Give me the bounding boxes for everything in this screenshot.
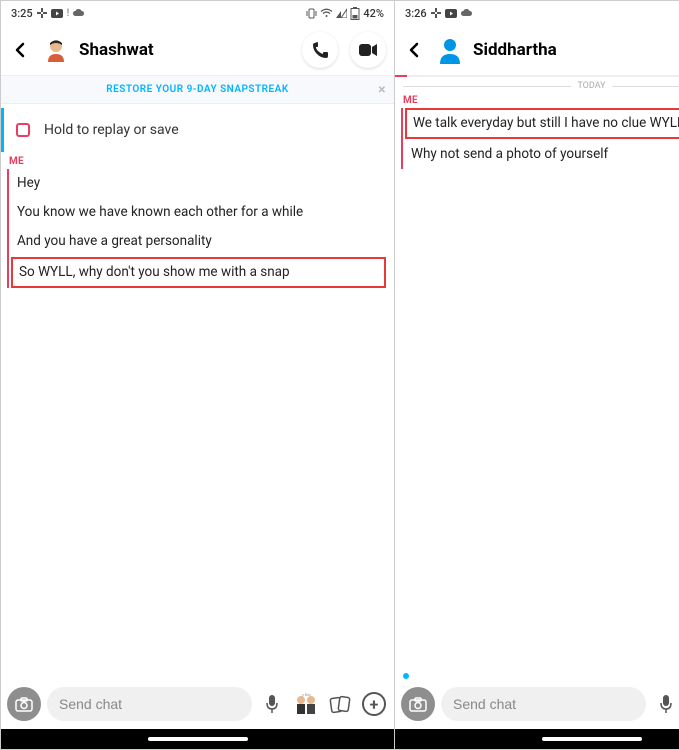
status-bar: 3:25 ! 42% [1, 1, 394, 25]
camera-icon [15, 697, 33, 712]
wifi-icon [320, 8, 333, 18]
snapstreak-text: RESTORE YOUR 9-DAY SNAPSTREAK [106, 84, 288, 95]
signal-icon [336, 8, 347, 18]
input-bar: y tho + [395, 681, 679, 729]
chat-input[interactable] [441, 687, 646, 721]
chat-header: Siddhartha [395, 25, 679, 75]
youtube-icon [445, 9, 457, 18]
chat-input[interactable] [47, 687, 252, 721]
camera-button[interactable] [7, 687, 41, 721]
typing-indicator [403, 673, 409, 679]
sender-label: ME [1, 154, 394, 167]
mic-icon [659, 694, 673, 714]
cards-button[interactable] [326, 690, 354, 718]
chat-body: We talk everyday but still I have no clu… [395, 106, 679, 673]
silhouette-icon [436, 36, 464, 64]
camera-button[interactable] [401, 687, 435, 721]
status-bar: 3:26 41% [395, 1, 679, 25]
cloud-icon [73, 9, 85, 17]
add-button[interactable]: + [360, 690, 388, 718]
chat-name[interactable]: Shashwat [79, 40, 290, 60]
slack-icon [37, 8, 47, 18]
chevron-left-icon [406, 41, 424, 59]
close-icon[interactable]: × [378, 82, 386, 98]
camera-icon [409, 697, 427, 712]
message-group: We talk everyday but still I have no clu… [401, 108, 679, 169]
mic-button[interactable] [652, 690, 679, 718]
right-chat-panel: 3:26 41% Siddhartha TODAY [395, 1, 679, 749]
snapstreak-banner[interactable]: RESTORE YOUR 9-DAY SNAPSTREAK × [1, 75, 394, 104]
bitmoji-icon: y tho [293, 693, 319, 715]
bitmoji-button[interactable]: y tho [292, 690, 320, 718]
phone-icon [311, 41, 329, 59]
message[interactable]: And you have a great personality [9, 227, 388, 256]
today-divider: TODAY [395, 77, 679, 93]
today-label: TODAY [577, 81, 605, 91]
battery-pct: 42% [363, 7, 384, 20]
back-button[interactable] [9, 38, 33, 62]
avatar[interactable] [435, 35, 465, 65]
message-highlighted[interactable]: So WYLL, why don't you show me with a sn… [11, 257, 386, 288]
message-group: Hey You know we have known each other fo… [7, 169, 388, 288]
svg-text:y tho: y tho [302, 693, 311, 697]
slack-icon [431, 8, 441, 18]
status-time: 3:26 [405, 7, 427, 20]
video-icon [358, 43, 378, 57]
chat-header: Shashwat [1, 25, 394, 75]
mic-button[interactable] [258, 690, 286, 718]
status-time: 3:25 [11, 7, 33, 20]
nav-handle[interactable] [1, 729, 394, 749]
input-bar: y tho + [1, 681, 394, 729]
message[interactable]: You know we have known each other for a … [9, 198, 388, 227]
chevron-left-icon [12, 41, 30, 59]
sender-label: ME 3:26 pm [395, 93, 679, 106]
warn-icon: ! [67, 8, 70, 19]
avatar[interactable] [41, 35, 71, 65]
video-call-button[interactable] [350, 32, 386, 68]
replay-text: Hold to replay or save [44, 122, 179, 138]
chat-body: Hey You know we have known each other fo… [1, 167, 394, 681]
cloud-icon [461, 9, 473, 17]
vibrate-icon [306, 8, 317, 19]
chat-name[interactable]: Siddhartha [473, 40, 679, 60]
voice-call-button[interactable] [302, 32, 338, 68]
message[interactable]: Hey [9, 169, 388, 198]
message[interactable]: Why not send a photo of yourself [403, 140, 679, 169]
replay-bar[interactable]: Hold to replay or save [1, 108, 394, 152]
plus-icon: + [362, 692, 386, 716]
battery-icon [350, 7, 360, 20]
mic-icon [265, 694, 279, 714]
nav-handle[interactable] [395, 729, 679, 749]
youtube-icon [51, 9, 63, 18]
cards-icon [329, 694, 351, 714]
back-button[interactable] [403, 38, 427, 62]
left-chat-panel: 3:25 ! 42% Shashwat RESTORE YOUR 9 [1, 1, 395, 749]
replay-square-icon [16, 123, 30, 137]
message-highlighted[interactable]: We talk everyday but still I have no clu… [405, 108, 679, 139]
